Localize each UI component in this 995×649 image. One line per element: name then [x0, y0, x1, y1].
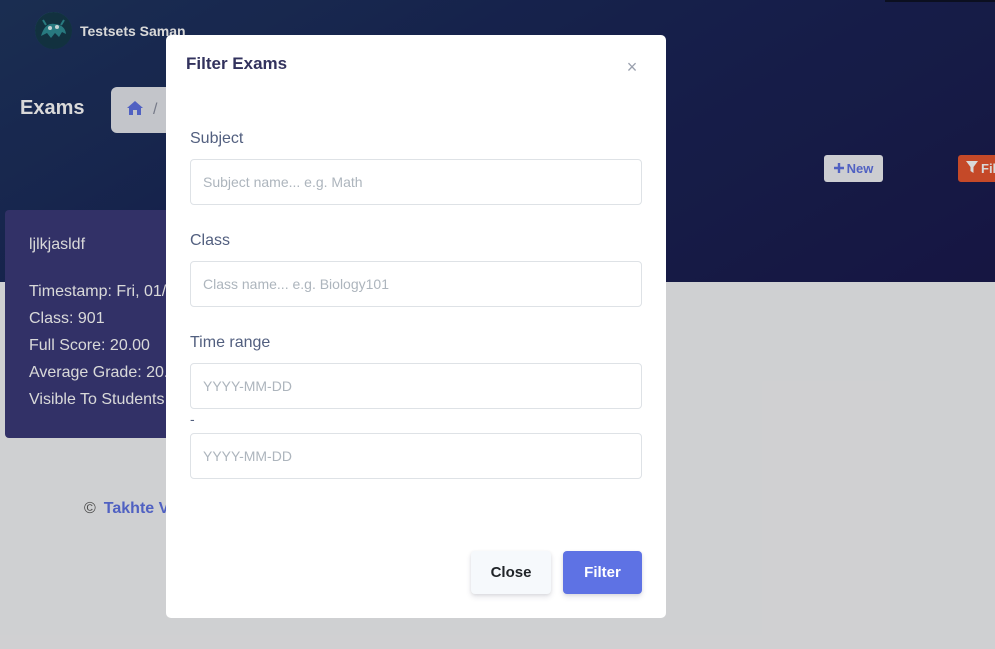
- time-range-separator: -: [190, 411, 195, 427]
- subject-input[interactable]: [190, 159, 642, 205]
- close-button[interactable]: Close: [471, 551, 551, 594]
- start-date-input[interactable]: [190, 363, 642, 409]
- filter-exams-modal: Filter Exams × Subject Class Time range …: [166, 35, 666, 618]
- end-date-input[interactable]: [190, 433, 642, 479]
- filter-submit-button[interactable]: Filter: [563, 551, 642, 594]
- modal-title: Filter Exams: [186, 54, 288, 73]
- time-range-label: Time range: [190, 334, 271, 351]
- subject-label: Subject: [190, 130, 244, 147]
- close-icon[interactable]: ×: [625, 57, 639, 77]
- class-input[interactable]: [190, 261, 642, 307]
- class-label: Class: [190, 232, 231, 249]
